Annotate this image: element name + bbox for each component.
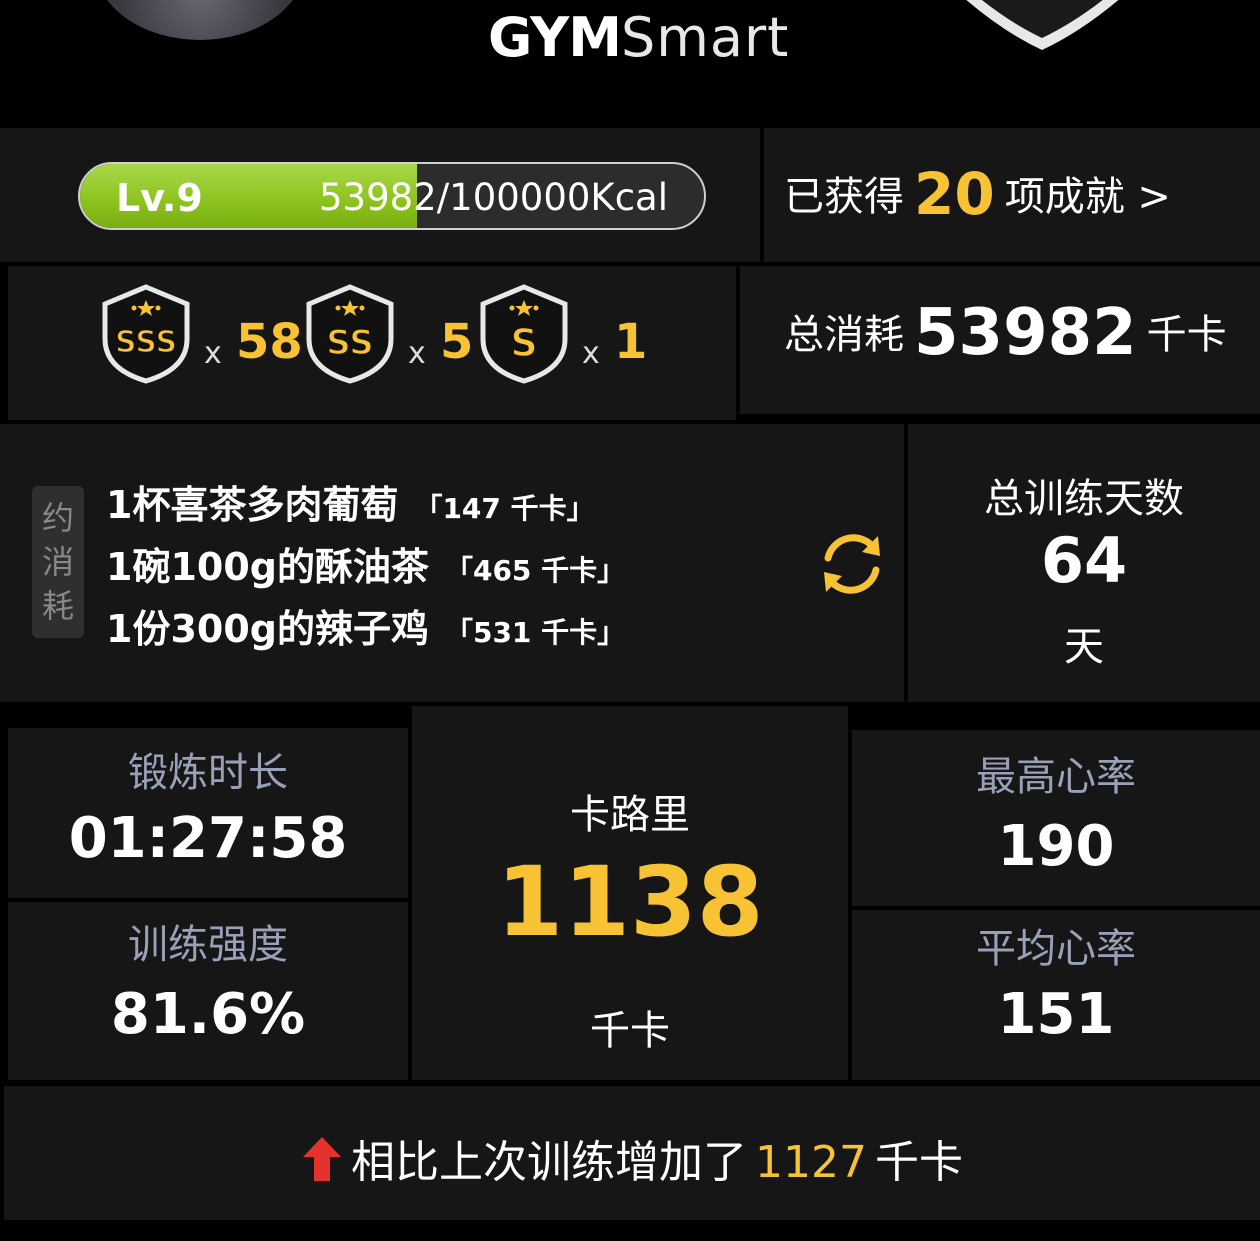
food-kcal: 「465 千卡」	[444, 554, 626, 587]
grade-s-count: 1	[614, 314, 648, 370]
achievements-link[interactable]: 已获得 20 项成就 >	[784, 160, 1171, 228]
total-consumption-panel: 总消耗 53982 千卡	[740, 266, 1260, 414]
ss-badge-icon: SS	[306, 284, 394, 384]
max-heart-rate-label: 最高心率	[976, 754, 1136, 800]
level-panel: Lv.9 53982/100000Kcal	[0, 128, 760, 262]
total-consumption-label: 总消耗	[784, 312, 904, 358]
calories-label: 卡路里	[570, 792, 690, 838]
calories-value: 1138	[496, 846, 764, 958]
achievements-count: 20	[914, 160, 995, 228]
grade-ss-count: 5	[440, 314, 474, 370]
comparison-text: 相比上次训练增加了 1127 千卡	[4, 1126, 1260, 1190]
calories-card: 卡路里 1138 千卡	[412, 706, 848, 1080]
total-consumption-unit: 千卡	[1146, 312, 1227, 358]
max-heart-rate-value: 190	[997, 814, 1115, 879]
level-progress-bar: Lv.9 53982/100000Kcal	[78, 162, 706, 230]
duration-label: 锻炼时长	[128, 750, 288, 796]
equivalent-tag-char: 耗	[41, 587, 74, 625]
achievements-suffix: 项成就 >	[1004, 174, 1171, 220]
comparison-footer: 相比上次训练增加了 1127 千卡	[4, 1086, 1260, 1220]
comparison-prefix: 相比上次训练增加了	[351, 1137, 747, 1188]
food-name: 1碗100g的酥油茶	[106, 545, 429, 589]
food-name: 1杯喜茶多肉葡萄	[106, 483, 399, 527]
logo-bold-text: GYM	[488, 6, 622, 69]
level-progress-text: 53982/100000Kcal	[319, 176, 668, 219]
comparison-value: 1127	[755, 1137, 867, 1188]
sss-badge-text: SSS	[115, 325, 177, 360]
logo-light-text: Smart	[620, 6, 790, 69]
training-days-panel: 总训练天数 64 天	[908, 424, 1260, 702]
equivalent-food-panel: 约消耗 1杯喜茶多肉葡萄 「147 千卡」 1碗100g的酥油茶 「465 千卡」 …	[0, 424, 904, 702]
avg-heart-rate-value: 151	[997, 982, 1115, 1047]
grade-s[interactable]: S x 1	[478, 284, 658, 394]
achievements-panel[interactable]: 已获得 20 项成就 >	[764, 128, 1260, 262]
sss-badge-icon: SSS	[102, 284, 190, 384]
grade-ss[interactable]: SS x 5	[304, 284, 484, 394]
avatar[interactable]	[95, 0, 305, 40]
achievements-prefix: 已获得	[784, 174, 904, 220]
rank-badge-icon[interactable]	[935, 0, 1150, 50]
equivalent-tag-char: 消	[41, 543, 74, 581]
grade-badges-panel: SSS x 58 SS x 5 S x 1	[8, 266, 736, 420]
training-days-label: 总训练天数	[984, 476, 1184, 522]
food-kcal: 「147 千卡」	[414, 492, 595, 525]
grade-sss[interactable]: SSS x 58	[100, 284, 303, 394]
duration-value: 01:27:58	[68, 806, 348, 871]
comparison-unit: 千卡	[874, 1137, 963, 1188]
intensity-value: 81.6%	[110, 982, 306, 1047]
food-item: 1份300g的辣子鸡 「531 千卡」	[106, 598, 625, 653]
refresh-icon[interactable]	[816, 528, 888, 600]
equivalent-tag-char: 约	[41, 499, 74, 537]
food-item: 1杯喜茶多肉葡萄 「147 千卡」	[106, 474, 595, 529]
avg-heart-rate-card: 平均心率 151	[852, 910, 1260, 1080]
grade-ss-x: x	[408, 336, 426, 371]
intensity-label: 训练强度	[128, 922, 288, 968]
duration-card: 锻炼时长 01:27:58	[8, 728, 408, 898]
s-badge-icon: S	[480, 284, 568, 384]
calories-unit: 千卡	[590, 1008, 670, 1054]
intensity-card: 训练强度 81.6%	[8, 902, 408, 1080]
level-label: Lv.9	[116, 176, 203, 220]
increase-arrow-icon	[303, 1137, 341, 1181]
gymsmart-logo: GYMSmart	[488, 6, 789, 69]
grade-sss-count: 58	[236, 314, 303, 370]
food-name: 1份300g的辣子鸡	[106, 607, 429, 651]
total-consumption: 总消耗 53982 千卡	[784, 296, 1227, 370]
grade-sss-x: x	[204, 336, 222, 371]
avg-heart-rate-label: 平均心率	[976, 926, 1136, 972]
food-kcal: 「531 千卡」	[444, 616, 626, 649]
ss-badge-text: SS	[326, 323, 373, 363]
equivalent-tag: 约消耗	[32, 486, 84, 638]
training-days-unit: 天	[1064, 624, 1104, 670]
training-days-value: 64	[1040, 524, 1128, 597]
s-badge-text: S	[510, 321, 537, 365]
equivalent-tag-text: 约消耗	[32, 496, 84, 628]
grade-s-x: x	[582, 336, 600, 371]
header: GYMSmart	[0, 0, 1260, 126]
food-item: 1碗100g的酥油茶 「465 千卡」	[106, 536, 625, 591]
max-heart-rate-card: 最高心率 190	[852, 730, 1260, 906]
total-consumption-value: 53982	[914, 296, 1137, 370]
